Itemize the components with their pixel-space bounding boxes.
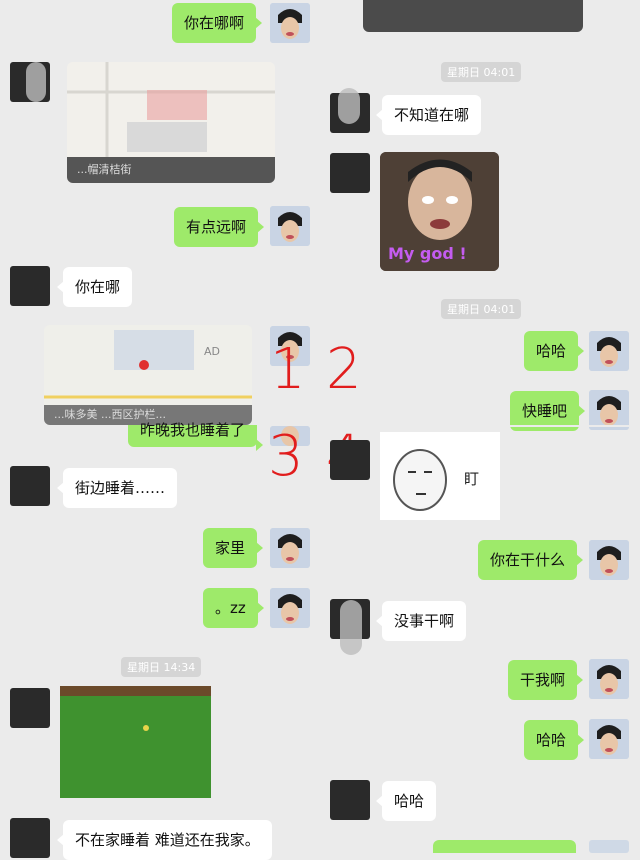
message-received[interactable]: 你在哪	[56, 267, 133, 307]
avatar-face-icon	[270, 588, 310, 628]
privacy-blur	[338, 88, 360, 124]
location-map-1[interactable]: ...帽清桔街	[67, 62, 275, 183]
sticker-caption: My god !	[388, 244, 467, 263]
sticker-stare[interactable]: 盯	[380, 432, 500, 520]
message-sent[interactable]: 。zz	[203, 588, 264, 628]
avatar-self[interactable]	[589, 331, 629, 371]
avatar-self[interactable]	[270, 206, 310, 246]
message-sent[interactable]: 昨晚我也睡着了	[128, 423, 264, 451]
message-received[interactable]: 没事干啊	[375, 601, 467, 641]
partial-map-top[interactable]	[363, 0, 583, 32]
privacy-blur	[340, 600, 362, 655]
timestamp: 星期日 14:34	[121, 657, 202, 677]
avatar-friend[interactable]	[330, 780, 370, 820]
message-received[interactable]: 不知道在哪	[375, 95, 482, 135]
panel-number-3: 3	[268, 424, 304, 489]
game-screenshot-image[interactable]	[60, 686, 211, 798]
message-sent[interactable]: 哈哈	[524, 331, 585, 371]
avatar-self[interactable]	[589, 840, 629, 853]
message-received[interactable]: 哈哈	[375, 781, 437, 821]
panel-divider	[320, 425, 640, 427]
sticker-stare-text: 盯	[464, 470, 480, 488]
avatar-self[interactable]	[589, 540, 629, 580]
message-received[interactable]: 街边睡着……	[56, 468, 178, 508]
message-sent[interactable]: 干我啊	[508, 660, 584, 700]
avatar-friend[interactable]	[330, 153, 370, 193]
sticker-my-god[interactable]: My god !	[380, 152, 499, 271]
message-sent[interactable]: 家里	[203, 528, 264, 568]
avatar-friend[interactable]	[10, 466, 50, 506]
stare-face-icon	[393, 449, 447, 511]
panel-number-2: 2	[326, 337, 362, 402]
avatar-self[interactable]	[270, 528, 310, 568]
avatar-face-icon	[589, 659, 629, 699]
message-sent[interactable]: 哈哈	[524, 720, 585, 760]
avatar-self[interactable]	[589, 659, 629, 699]
avatar-face-icon	[589, 390, 629, 430]
map-1-street-label: ...帽清桔街	[67, 157, 275, 183]
panel-number-1: 1	[270, 337, 306, 402]
avatar-friend[interactable]	[10, 818, 50, 858]
avatar-face-icon	[589, 719, 629, 759]
avatar-friend[interactable]	[10, 266, 50, 306]
grass-field-icon	[60, 686, 211, 798]
avatar-face-icon	[270, 528, 310, 568]
avatar-friend[interactable]	[10, 688, 50, 728]
timestamp: 星期日 04:01	[441, 62, 522, 82]
message-sent[interactable]: 你在哪啊	[172, 3, 263, 43]
partial-bubble-bottom[interactable]	[433, 840, 576, 853]
message-received[interactable]: 不在家睡着 难道还在我家。	[57, 820, 272, 860]
privacy-blur	[26, 62, 46, 102]
location-map-2[interactable]: AD ...味多美 ...西区护栏...	[44, 325, 252, 425]
message-sent[interactable]: 你在干什么	[478, 540, 584, 580]
avatar-self[interactable]	[270, 588, 310, 628]
svg-text:AD: AD	[204, 345, 220, 358]
avatar-self[interactable]	[589, 719, 629, 759]
avatar-face-icon	[589, 331, 629, 371]
avatar-face-icon	[270, 3, 310, 43]
timestamp: 星期日 04:01	[441, 299, 522, 319]
message-sent[interactable]: 有点远啊	[174, 207, 265, 247]
avatar-face-icon	[270, 206, 310, 246]
avatar-face-icon	[589, 540, 629, 580]
avatar-friend[interactable]	[330, 440, 370, 480]
avatar-self[interactable]	[270, 3, 310, 43]
avatar-self[interactable]	[589, 390, 629, 430]
